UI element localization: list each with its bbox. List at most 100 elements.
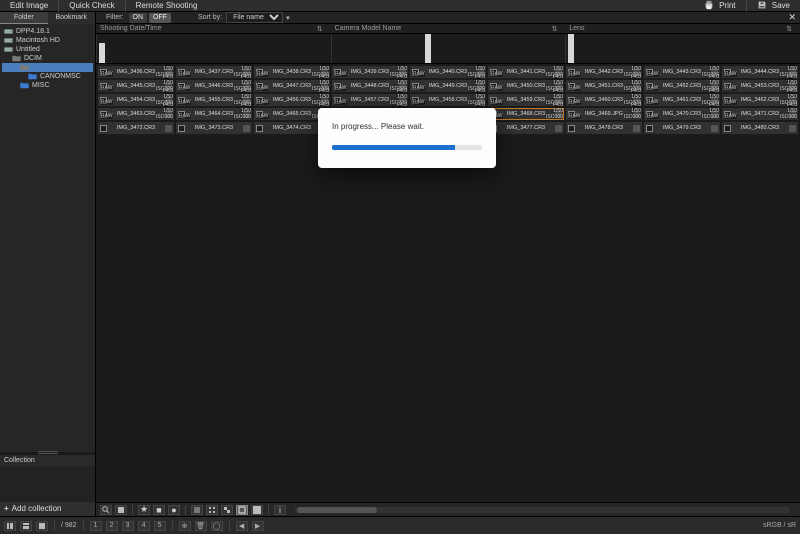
histogram-row [96, 34, 800, 64]
filter-on-button[interactable]: ON [129, 13, 148, 23]
tool-button-a[interactable]: ⊕ [179, 521, 191, 531]
tree-node[interactable]: DCIM [2, 54, 93, 63]
tree-node[interactable]: Untitled [2, 45, 93, 54]
raw-badge: RAW [100, 85, 113, 91]
tree-node[interactable]: Macintosh HD [2, 36, 93, 45]
star-5[interactable]: 5 [154, 521, 166, 531]
tab-folder[interactable]: Folder [0, 12, 48, 24]
tree-node-label: MISC [32, 82, 50, 89]
tree-node[interactable]: CANONMSC [2, 72, 93, 81]
view-small-button[interactable] [206, 505, 218, 515]
menu-save[interactable]: Save [746, 0, 800, 12]
sidebar: Folder Bookmark DPP4.18.1Macintosh HDUnt… [0, 0, 96, 516]
thumbnail-status-icon [165, 125, 172, 132]
thumbnail-filename: IMG_3456.CR3 [265, 97, 319, 103]
raw-badge: RAW [568, 99, 581, 105]
view-xlarge-button[interactable] [251, 505, 263, 515]
thumbnail[interactable]: RAWF4.01/50ISO100IMG_3478.CR3 [566, 122, 642, 134]
star-4[interactable]: 4 [138, 521, 150, 531]
thumbnail[interactable]: RAWF4.01/50ISO100IMG_3477.CR3 [488, 122, 564, 134]
add-collection-button[interactable]: +Add collection [0, 502, 95, 516]
progress-bar [332, 145, 482, 150]
nav-next-button[interactable]: ▶ [252, 521, 264, 531]
thumbnail-filename: IMG_3453.CR3 [733, 83, 787, 89]
thumbnail[interactable]: RAWF4.01/50ISO100IMG_3472.CR3 [98, 122, 174, 134]
filter-off-button[interactable]: OFF [149, 13, 171, 23]
thumbnail-filename: IMG_3454.CR3 [109, 97, 163, 103]
thumbnail-meta: F4.01/50ISO100 [234, 102, 251, 120]
star-3[interactable]: 3 [122, 521, 134, 531]
thumbnail[interactable]: RAWF4.01/50ISO100IMG_3473.CR3 [176, 122, 252, 134]
raw-badge: RAW [178, 71, 191, 77]
tree-node-label: CANONMSC [40, 73, 81, 80]
star-1[interactable]: 1 [90, 521, 102, 531]
thumbnail-filename: IMG_3471.CR3 [733, 111, 787, 117]
thumbnail-filename: IMG_3480.CR3 [733, 125, 787, 131]
layout-button-3[interactable] [36, 521, 48, 531]
thumbnail-filename: IMG_3465.CR3 [265, 111, 319, 117]
main-area: Filter: ON OFF Sort by: File name ▾ ✕ Sh… [96, 0, 800, 516]
tool-button-c[interactable]: ◯ [211, 521, 223, 531]
thumbnail[interactable]: RAWF4.01/50ISO100IMG_3480.CR3 [722, 122, 798, 134]
thumbnail-checkbox[interactable] [724, 125, 731, 132]
status-bar: / 982 1 2 3 4 5 ⊕ 🗑 ◯ ◀ ▶ sRGB / sR [0, 516, 800, 534]
thumbnail-meta: F4.01/50ISO100 [780, 102, 797, 120]
menu-edit-image[interactable]: Edit Image [0, 0, 58, 12]
raw-badge: RAW [256, 99, 269, 105]
thumbnail-filename: IMG_3452.CR3 [655, 83, 709, 89]
scrollbar-thumb[interactable] [297, 507, 377, 513]
thumbnail-checkbox[interactable] [100, 125, 107, 132]
raw-badge: RAW [724, 113, 737, 119]
col-shooting-date[interactable]: Shooting Date/Time [96, 25, 331, 32]
view-large-button[interactable] [236, 505, 248, 515]
sort-select[interactable]: File name [226, 12, 283, 23]
mark-circle-button[interactable]: ● [168, 505, 180, 515]
star-2[interactable]: 2 [106, 521, 118, 531]
tab-bookmark[interactable]: Bookmark [48, 12, 96, 24]
tool-button-b[interactable]: 🗑 [195, 521, 207, 531]
layout-button-1[interactable] [4, 521, 16, 531]
view-list-button[interactable] [191, 505, 203, 515]
tree-node[interactable] [2, 63, 93, 72]
mark-square-button[interactable]: ■ [153, 505, 165, 515]
thumbnail-filename: IMG_3458.CR3 [421, 97, 475, 103]
horizontal-scrollbar[interactable] [295, 507, 790, 513]
thumbnail-checkbox[interactable] [568, 125, 575, 132]
menu-remote-shooting[interactable]: Remote Shooting [125, 0, 208, 12]
thumbnail-checkbox[interactable] [256, 125, 263, 132]
col-camera-model[interactable]: Camera Model Name [331, 25, 566, 32]
view-mode-single-button[interactable] [115, 505, 127, 515]
thumbnail[interactable]: RAWF4.01/50ISO100IMG_3479.CR3 [644, 122, 720, 134]
collection-body [0, 466, 95, 502]
nav-prev-button[interactable]: ◀ [236, 521, 248, 531]
thumbnail-checkbox[interactable] [178, 125, 185, 132]
rating-button[interactable]: ★ [138, 505, 150, 515]
raw-badge: RAW [490, 71, 503, 77]
sidebar-tabs: Folder Bookmark [0, 12, 95, 24]
menu-quick-check[interactable]: Quick Check [58, 0, 124, 12]
raw-badge: RAW [256, 85, 269, 91]
info-toggle-button[interactable]: i [274, 505, 286, 515]
raw-badge: RAW [178, 85, 191, 91]
tree-node[interactable]: MISC [2, 81, 93, 90]
thumbnail-filename: IMG_3460.CR3 [577, 97, 631, 103]
thumbnail-filename: IMG_3442.CR3 [577, 69, 631, 75]
thumbnail-checkbox[interactable] [646, 125, 653, 132]
view-medium-button[interactable] [221, 505, 233, 515]
close-panel-icon[interactable]: ✕ [788, 12, 796, 23]
menu-print[interactable]: Print [694, 0, 746, 12]
thumbnail-filename: IMG_3477.CR3 [499, 125, 553, 131]
col-lens[interactable]: Lens [565, 25, 800, 32]
thumbnail-status-icon [243, 125, 250, 132]
tree-node[interactable]: DPP4.18.1 [2, 27, 93, 36]
thumbnail-filename: IMG_3450.CR3 [499, 83, 553, 89]
thumbnail-meta: F4.01/50ISO100 [156, 102, 173, 120]
thumbnail-filename: IMG_3436.CR3 [109, 69, 163, 75]
layout-button-2[interactable] [20, 521, 32, 531]
sort-direction-icon[interactable]: ▾ [286, 14, 290, 22]
raw-badge: RAW [568, 71, 581, 77]
raw-badge: RAW [100, 113, 113, 119]
colorspace-label: sRGB / sR [763, 522, 796, 529]
zoom-out-button[interactable] [100, 505, 112, 515]
column-headers: Shooting Date/Time Camera Model Name Len… [96, 24, 800, 34]
